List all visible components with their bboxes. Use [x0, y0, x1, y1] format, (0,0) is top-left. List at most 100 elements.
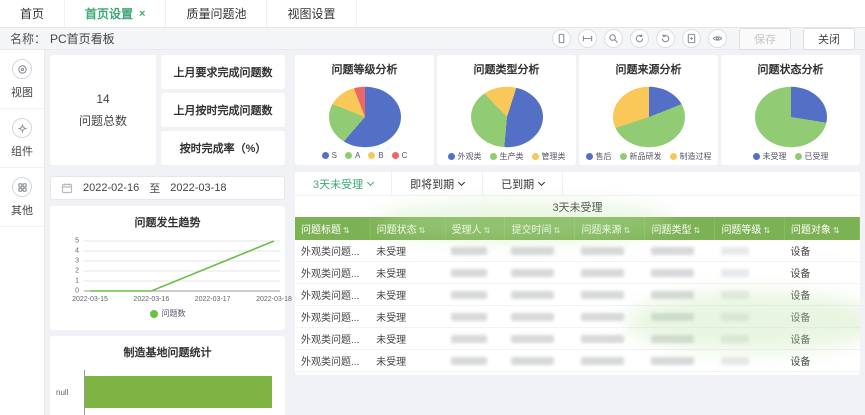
legend-item[interactable]: B	[368, 151, 383, 160]
redacted-text	[511, 313, 554, 321]
table-cell	[505, 262, 575, 284]
close-button[interactable]: 关闭	[803, 28, 855, 50]
redacted-text	[451, 269, 487, 277]
table-row[interactable]: 外观类问题...未受理设备	[295, 262, 860, 284]
sort-icon[interactable]: ⇅	[833, 226, 840, 235]
table-cell	[445, 328, 505, 350]
name-label: 名称：	[10, 30, 46, 47]
legend-item[interactable]: 已受理	[795, 151, 829, 162]
stat-card-ontime-rate[interactable]: 按时完成率（%）	[161, 131, 285, 165]
redacted-text	[451, 291, 487, 299]
legend-item[interactable]: S	[322, 151, 337, 160]
mobile-preview-icon[interactable]	[552, 29, 571, 48]
stat-card-ontime-last-month[interactable]: 上月按时完成问题数	[161, 93, 285, 127]
legend-item[interactable]: 生产类	[490, 151, 524, 162]
table-cell: 未受理	[370, 350, 445, 372]
sort-icon[interactable]: ⇅	[484, 226, 491, 235]
view-icon	[12, 59, 32, 79]
y-tick-label: 1	[75, 278, 79, 285]
date-range-picker[interactable]: 2022-02-16 至 2022-03-18	[50, 176, 285, 200]
pie-card-issue-level[interactable]: 问题等级分析 SABC	[295, 55, 434, 165]
legend-item[interactable]: 售后	[586, 151, 612, 162]
bar-series-rect[interactable]	[85, 376, 272, 408]
pie-chart-issue-type[interactable]	[471, 87, 543, 147]
tab-view-settings[interactable]: 视图设置	[267, 0, 356, 27]
legend-item[interactable]: A	[345, 151, 360, 160]
table-cell	[715, 284, 784, 306]
export-file-icon[interactable]	[682, 29, 701, 48]
sidebar-item-views[interactable]: 视图	[0, 50, 44, 109]
table-row[interactable]: 外观类问题...未受理设备	[295, 240, 860, 262]
ruler-icon[interactable]	[578, 29, 597, 48]
table-header-cell[interactable]: 问题标题⇅	[295, 217, 370, 240]
table-header-cell[interactable]: 问题对象⇅	[784, 217, 859, 240]
total-issues-card[interactable]: 14 问题总数	[50, 55, 156, 165]
tab-close-icon[interactable]: ×	[139, 8, 145, 20]
redo-icon[interactable]	[656, 29, 675, 48]
pie-chart-issue-source[interactable]	[613, 87, 685, 147]
table-header-cell[interactable]: 问题来源⇅	[575, 217, 645, 240]
tab-quality-issue-pool[interactable]: 质量问题池	[166, 0, 267, 27]
stat-card-required-last-month[interactable]: 上月要求完成问题数	[161, 55, 285, 89]
legend-item[interactable]: 制造过程	[670, 151, 712, 162]
save-button[interactable]: 保存	[739, 28, 791, 50]
pie-card-issue-type[interactable]: 问题类型分析 外观类生产类管理类	[437, 55, 576, 165]
table-cell	[645, 284, 715, 306]
table-row[interactable]: 外观类问题...未受理设备	[295, 284, 860, 306]
redacted-text	[581, 335, 624, 343]
sidebar-item-components[interactable]: 组件	[0, 109, 44, 168]
table-cell	[645, 240, 715, 262]
table-header-cell[interactable]: 问题状态⇅	[370, 217, 445, 240]
undo-icon[interactable]	[630, 29, 649, 48]
pie-chart-issue-level[interactable]	[329, 87, 401, 147]
dashboard-designer-app: 首页 首页设置 × 质量问题池 视图设置 名称： PC首页看板 保存 关闭 视图	[0, 0, 865, 415]
table-cell	[575, 350, 645, 372]
table-row[interactable]: 外观类问题...未受理设备	[295, 328, 860, 350]
sort-icon[interactable]: ⇅	[623, 226, 630, 235]
legend-item[interactable]: 管理类	[532, 151, 566, 162]
table-header-cell[interactable]: 受理人⇅	[445, 217, 505, 240]
table-header-cell[interactable]: 提交时间⇅	[505, 217, 575, 240]
x-tick-label: 2022-03-15	[72, 296, 108, 303]
redacted-text	[581, 291, 624, 299]
legend-item[interactable]: 新品研发	[620, 151, 662, 162]
preview-eye-icon[interactable]	[708, 29, 727, 48]
base-stats-chart-card[interactable]: 制造基地问题统计 null 02468	[50, 336, 285, 415]
table-tab-3days-pending[interactable]: 3天未受理	[295, 172, 392, 195]
table-row[interactable]: 外观类问题...未受理设备	[295, 350, 860, 372]
legend-item[interactable]: 外观类	[448, 151, 482, 162]
pie-legend: SABC	[322, 151, 408, 160]
table-tab-due-soon[interactable]: 即将到期	[392, 172, 483, 195]
sort-icon[interactable]: ⇅	[693, 226, 700, 235]
sort-icon[interactable]: ⇅	[343, 226, 350, 235]
pie-chart-issue-status[interactable]	[755, 87, 827, 147]
sort-icon[interactable]: ⇅	[419, 226, 426, 235]
table-header-cell[interactable]: 问题类型⇅	[645, 217, 715, 240]
table-tab-overdue[interactable]: 已到期	[483, 172, 563, 195]
redacted-text	[721, 269, 749, 277]
redacted-text	[511, 291, 554, 299]
trend-chart-card[interactable]: 问题发生趋势 012345 2022-03-152022-03-162022-0…	[50, 206, 285, 330]
tab-home-settings[interactable]: 首页设置 ×	[65, 0, 166, 27]
table-cell: 未受理	[370, 306, 445, 328]
sort-icon[interactable]: ⇅	[763, 226, 770, 235]
tab-home[interactable]: 首页	[0, 0, 65, 27]
table-row[interactable]: 外观类问题...未受理设备	[295, 306, 860, 328]
y-tick-label: 2	[75, 268, 79, 275]
redacted-text	[581, 357, 624, 365]
table-cell	[575, 306, 645, 328]
table-cell: 设备	[784, 262, 859, 284]
zoom-icon[interactable]	[604, 29, 623, 48]
legend-item[interactable]: C	[392, 151, 408, 160]
legend-item[interactable]: 未受理	[753, 151, 787, 162]
table-cell	[715, 328, 784, 350]
pie-card-issue-status[interactable]: 问题状态分析 未受理已受理	[721, 55, 860, 165]
redacted-text	[511, 269, 554, 277]
table-header-cell[interactable]: 问题等级⇅	[715, 217, 784, 240]
sort-icon[interactable]: ⇅	[553, 226, 560, 235]
sidebar-item-other[interactable]: 其他	[0, 168, 44, 227]
redacted-text	[651, 313, 694, 321]
pie-card-issue-source[interactable]: 问题来源分析 售后新品研发制造过程	[579, 55, 718, 165]
date-end: 2022-03-18	[170, 182, 226, 194]
table-cell	[715, 240, 784, 262]
